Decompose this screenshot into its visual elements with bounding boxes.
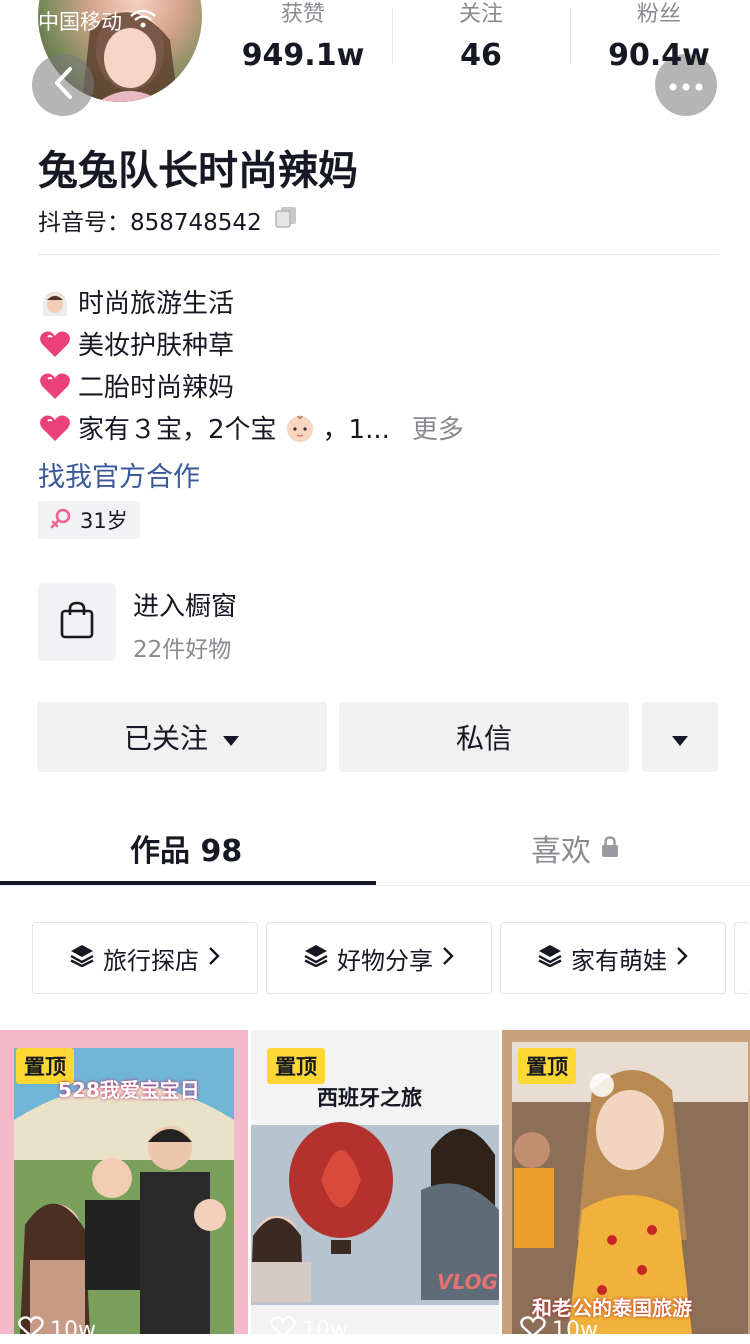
stat-likes[interactable]: 获赞 949.1w xyxy=(228,0,378,73)
video-like-count: 10w xyxy=(520,1316,598,1344)
message-label: 私信 xyxy=(455,722,512,755)
uid-row: 抖音号：858748542 xyxy=(38,203,298,237)
video-like-count: 10w xyxy=(270,1316,348,1344)
stat-label: 粉丝 xyxy=(636,2,681,27)
heart-outline-icon xyxy=(270,1316,296,1344)
video-caption: 西班牙之旅 xyxy=(317,1086,422,1110)
female-icon xyxy=(50,507,72,534)
video-thumbnail[interactable]: 置顶 西班牙之旅 VLOG xyxy=(251,1030,499,1334)
heart-icon xyxy=(38,369,72,403)
caret-down-icon xyxy=(222,721,240,754)
like-count: 10w xyxy=(302,1317,348,1343)
bio-line: 二胎时尚辣妈 xyxy=(38,367,234,404)
chevron-right-icon xyxy=(441,944,455,972)
layers-icon xyxy=(303,943,329,973)
tab-likes-label: 喜欢 xyxy=(531,834,591,869)
pinned-badge: 置顶 xyxy=(518,1048,576,1084)
heart-outline-icon xyxy=(520,1316,546,1344)
chevron-right-icon xyxy=(207,944,221,972)
layers-icon xyxy=(537,943,563,973)
back-button[interactable] xyxy=(32,54,94,116)
lock-icon xyxy=(601,831,619,866)
ellipsis-icon xyxy=(669,76,703,95)
stat-value: 949.1w xyxy=(241,38,365,73)
stat-value: 90.4w xyxy=(608,38,710,73)
tab-likes[interactable]: 喜欢 xyxy=(531,826,619,870)
stat-label: 获赞 xyxy=(280,2,325,27)
stat-value: 46 xyxy=(460,38,502,73)
shop-window-title[interactable]: 进入橱窗 xyxy=(133,586,237,623)
age-tag: 31岁 xyxy=(38,501,140,539)
bio-text: ，1... xyxy=(322,415,390,445)
message-button[interactable]: 私信 xyxy=(339,702,629,772)
copy-icon[interactable] xyxy=(274,205,298,235)
heart-outline-icon xyxy=(18,1316,44,1344)
uid-value: 858748542 xyxy=(130,210,262,236)
stat-followers[interactable]: 粉丝 90.4w xyxy=(584,0,734,73)
collection-label: 家有萌娃 xyxy=(571,946,667,975)
layers-icon xyxy=(69,943,95,973)
divider xyxy=(38,254,718,255)
collection-label: 旅行探店 xyxy=(103,946,199,975)
divider xyxy=(0,885,750,886)
collection-chip[interactable]: 旅行探店 xyxy=(32,922,258,994)
recommend-toggle-button[interactable] xyxy=(642,702,718,772)
bio-text: 二胎时尚辣妈 xyxy=(78,373,235,403)
heart-icon xyxy=(38,327,72,361)
age-label: 31岁 xyxy=(80,509,128,533)
caret-down-icon xyxy=(671,721,689,754)
divider xyxy=(570,8,571,64)
shop-window-button[interactable] xyxy=(38,583,116,661)
nickname: 兔兔队长时尚辣妈 xyxy=(38,148,358,194)
carrier-label: 中国移动 xyxy=(38,10,122,34)
tab-works[interactable]: 作品 98 xyxy=(130,826,242,870)
stat-following[interactable]: 关注 46 xyxy=(406,0,556,73)
bio-more-link[interactable]: 更多 xyxy=(412,409,464,446)
divider xyxy=(392,8,393,64)
chevron-left-icon xyxy=(52,66,74,104)
baby-icon xyxy=(283,411,317,445)
following-button[interactable]: 已关注 xyxy=(37,702,327,772)
uid-label: 抖音号： xyxy=(38,210,130,236)
official-cooperation-link[interactable]: 找我官方合作 xyxy=(38,455,200,494)
wifi-icon xyxy=(130,9,156,34)
shopping-bag-icon xyxy=(59,601,95,643)
like-count: 10w xyxy=(50,1317,96,1343)
bio-text: 家有３宝，2个宝 xyxy=(78,415,277,445)
video-caption: 528我爱宝宝日 xyxy=(58,1078,200,1102)
stat-label: 关注 xyxy=(458,2,503,27)
bio-line: 家有３宝，2个宝 ，1... 更多 xyxy=(38,409,464,446)
like-count: 10w xyxy=(552,1317,598,1343)
bio-text: 美妆护肤种草 xyxy=(78,331,235,361)
video-subcaption: VLOG xyxy=(437,1270,498,1294)
video-like-count: 10w xyxy=(18,1316,96,1344)
collection-chip[interactable]: 好物分享 xyxy=(266,922,492,994)
bio-line: 时尚旅游生活 xyxy=(38,283,234,320)
bio-text: 时尚旅游生活 xyxy=(78,289,235,319)
bride-icon xyxy=(38,285,72,319)
shop-window-subtitle: 22件好物 xyxy=(133,637,232,663)
video-thumbnail[interactable]: 置顶 528我爱宝宝日 xyxy=(0,1030,248,1334)
uid-text: 抖音号：858748542 xyxy=(38,203,262,237)
collection-chip[interactable]: 家有萌娃 xyxy=(500,922,726,994)
chevron-right-icon xyxy=(675,944,689,972)
collection-chip-partial[interactable] xyxy=(734,922,750,994)
collection-label: 好物分享 xyxy=(337,946,433,975)
status-bar: 中国移动 xyxy=(38,6,156,36)
bio-line: 美妆护肤种草 xyxy=(38,325,234,362)
pinned-badge: 置顶 xyxy=(267,1048,325,1084)
heart-icon xyxy=(38,411,72,445)
video-thumbnail[interactable]: 置顶 和老公的泰国旅游 xyxy=(502,1030,750,1334)
following-label: 已关注 xyxy=(123,722,208,755)
